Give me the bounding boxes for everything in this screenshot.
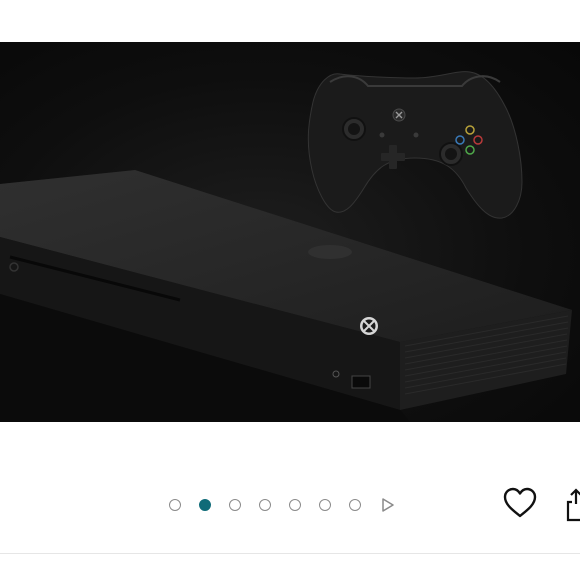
- usb-port: [351, 375, 371, 389]
- carousel-dot-7[interactable]: [349, 499, 361, 511]
- share-icon[interactable]: [566, 486, 580, 522]
- carousel-dot-2[interactable]: [199, 499, 211, 511]
- carousel-dot-4[interactable]: [259, 499, 271, 511]
- carousel-dot-1[interactable]: [169, 499, 181, 511]
- xbox-logo-icon: [360, 317, 378, 335]
- play-triangle-icon[interactable]: [381, 497, 395, 513]
- heart-outline-icon[interactable]: [502, 486, 538, 520]
- carousel-pagination: [169, 497, 395, 513]
- divider: [0, 553, 580, 554]
- controller-image: [307, 71, 523, 219]
- product-image[interactable]: [0, 42, 580, 422]
- carousel-dot-6[interactable]: [319, 499, 331, 511]
- carousel-dot-5[interactable]: [289, 499, 301, 511]
- carousel-dot-3[interactable]: [229, 499, 241, 511]
